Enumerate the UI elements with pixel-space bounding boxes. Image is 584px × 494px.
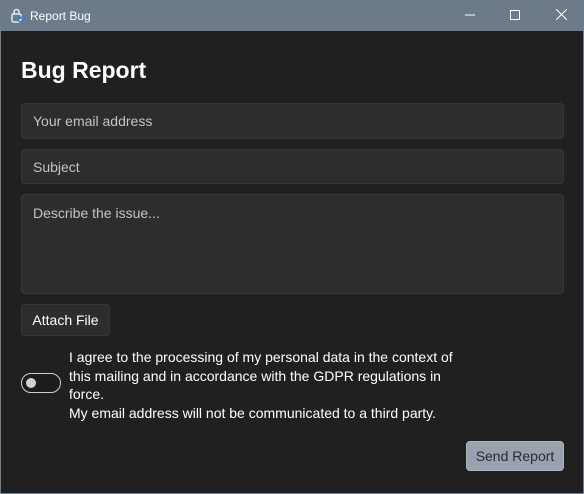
email-field[interactable] — [21, 103, 564, 139]
minimize-icon — [465, 7, 475, 25]
consent-line: I agree to the processing of my personal… — [69, 349, 453, 365]
close-button[interactable] — [538, 0, 584, 31]
toggle-knob — [26, 378, 36, 388]
consent-line: this mailing and in accordance with the … — [69, 367, 441, 384]
consent-line: force. — [69, 386, 105, 402]
page-title: Bug Report — [21, 57, 147, 83]
maximize-button[interactable] — [492, 0, 538, 31]
report-bug-window: Report Bug Bug Report Attach File I agre… — [0, 0, 584, 494]
minimize-button[interactable] — [447, 0, 493, 31]
issue-description-field[interactable] — [21, 194, 564, 294]
attach-file-button[interactable]: Attach File — [21, 304, 110, 336]
window-title: Report Bug — [30, 9, 91, 23]
close-icon — [555, 7, 567, 25]
send-report-button[interactable]: Send Report — [466, 441, 564, 471]
consent-text: I agree to the processing of my personal… — [69, 348, 469, 422]
consent-toggle[interactable] — [21, 373, 61, 393]
title-bar[interactable]: Report Bug — [1, 0, 583, 31]
consent-line: My email address will not be communicate… — [69, 404, 437, 421]
subject-field[interactable] — [21, 149, 564, 184]
bug-report-app-icon — [9, 8, 25, 24]
maximize-icon — [510, 7, 520, 25]
